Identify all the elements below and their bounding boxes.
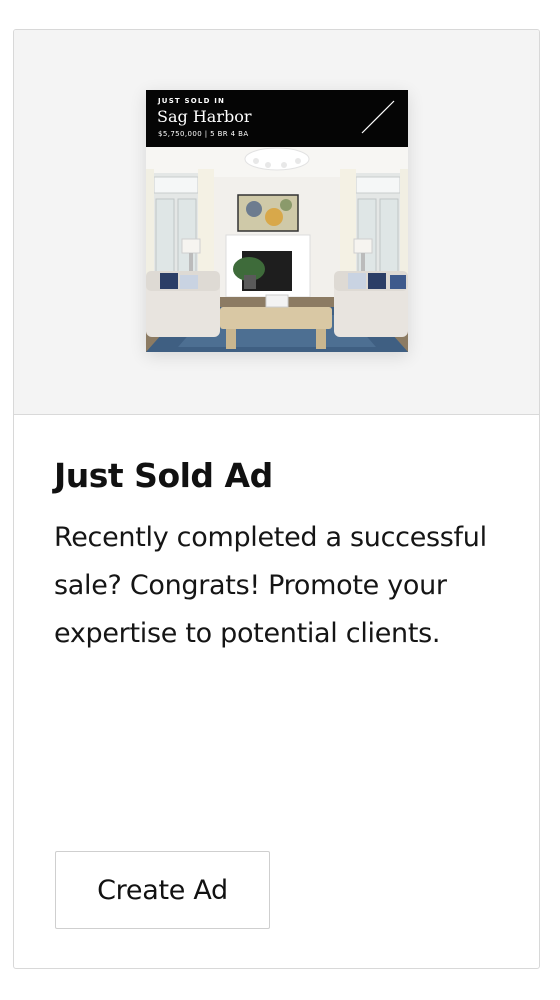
- ad-city: Sag Harbor: [157, 107, 252, 126]
- ad-preview-area: JUST SOLD IN Sag Harbor $5,750,000 | 5 B…: [14, 30, 539, 415]
- ad-eyebrow: JUST SOLD IN: [158, 97, 226, 105]
- card-description: Recently completed a successful sale? Co…: [54, 522, 487, 649]
- card-title: Just Sold Ad: [54, 456, 273, 495]
- living-room-photo: [146, 147, 408, 352]
- card-content: Just Sold Ad Recently completed a succes…: [54, 450, 494, 658]
- ad-preview-image: JUST SOLD IN Sag Harbor $5,750,000 | 5 B…: [146, 90, 408, 352]
- ad-header-banner: JUST SOLD IN Sag Harbor $5,750,000 | 5 B…: [146, 90, 408, 147]
- ad-details: $5,750,000 | 5 BR 4 BA: [158, 130, 249, 138]
- create-ad-button[interactable]: Create Ad: [55, 851, 270, 929]
- ad-template-card: JUST SOLD IN Sag Harbor $5,750,000 | 5 B…: [13, 29, 540, 969]
- diagonal-slash-icon: [361, 100, 395, 134]
